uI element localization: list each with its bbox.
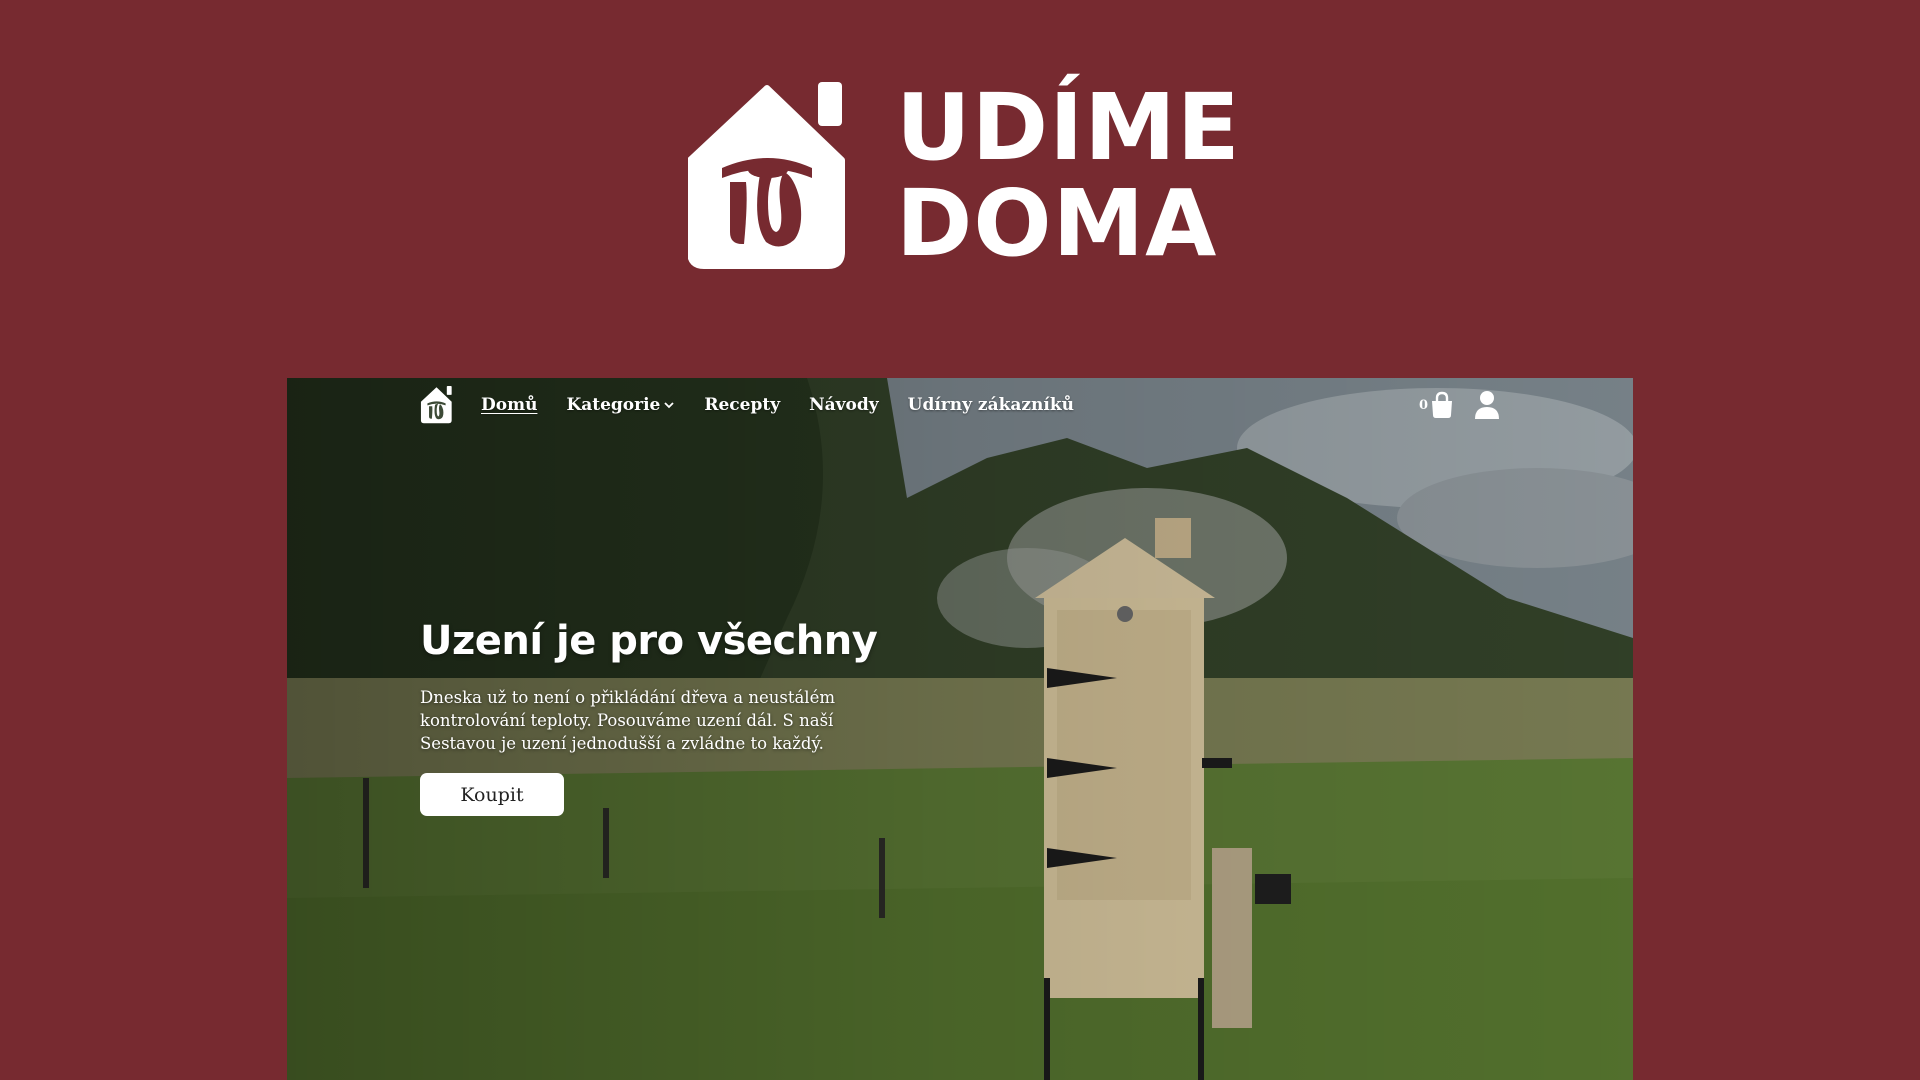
hero-description: Dneska už to není o přikládání dřeva a n… — [420, 688, 835, 753]
home-logo-icon[interactable] — [420, 386, 453, 424]
user-icon[interactable] — [1474, 390, 1500, 420]
shopping-bag-icon — [1432, 391, 1452, 418]
brand-header: UDÍME DOMA — [688, 80, 1241, 272]
nav-item-kategorie-label: Kategorie — [566, 395, 661, 415]
wordmark-line-2: DOMA — [896, 170, 1218, 277]
nav-item-udirny-zakazniku[interactable]: Udírny zákazníků — [908, 395, 1074, 415]
website-preview: Domů Kategorie Recepty Návody Udírny zák… — [287, 378, 1633, 1080]
main-navigation: Domů Kategorie Recepty Návody Udírny zák… — [420, 386, 1500, 424]
nav-item-kategorie[interactable]: Kategorie — [566, 395, 675, 415]
nav-item-recepty[interactable]: Recepty — [704, 395, 780, 415]
wordmark-line-1: UDÍME — [896, 74, 1241, 181]
brand-wordmark: UDÍME DOMA — [896, 80, 1241, 272]
cart-button[interactable]: 0 — [1419, 391, 1454, 419]
nav-actions: 0 — [1419, 386, 1500, 424]
hero-title: Uzení je pro všechny — [420, 618, 878, 664]
chevron-down-icon — [664, 402, 674, 409]
smokehouse-house-icon — [688, 82, 845, 269]
buy-button[interactable]: Koupit — [420, 773, 564, 816]
nav-item-domu[interactable]: Domů — [481, 395, 537, 415]
nav-item-navody[interactable]: Návody — [809, 395, 879, 415]
hero-section: Uzení je pro všechny Dneska už to není o… — [420, 616, 880, 816]
cart-count: 0 — [1418, 397, 1428, 413]
